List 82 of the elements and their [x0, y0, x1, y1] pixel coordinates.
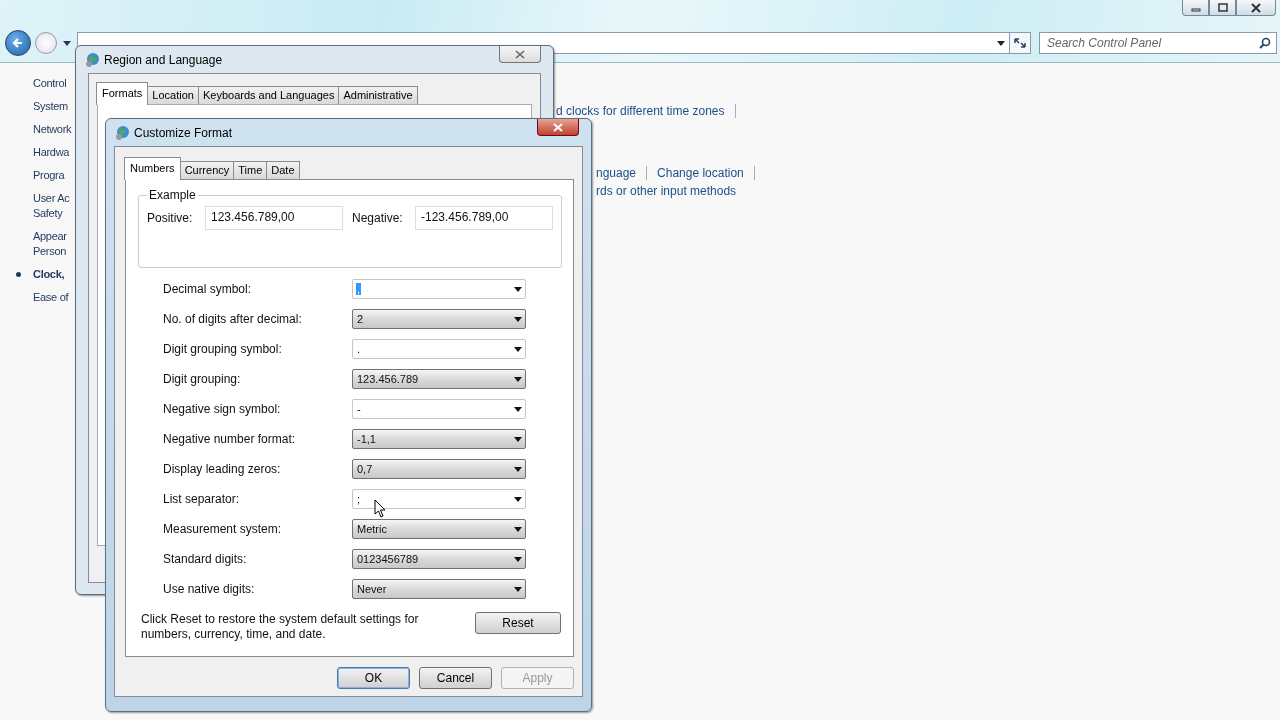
tab[interactable]: Keyboards and Languages	[197, 86, 340, 104]
group-title: Example	[148, 188, 197, 202]
dropdown[interactable]: .	[352, 339, 526, 359]
setting-label: Use native digits:	[163, 582, 256, 596]
reset-note: Click Reset to restore the system default settings for numbers, currency, time, and date.	[141, 612, 420, 642]
caret-icon[interactable]	[63, 41, 71, 46]
dialog-button[interactable]: Cancel	[419, 667, 492, 689]
task-link[interactable]: rds or other input methods	[596, 184, 737, 198]
dropdown[interactable]: -	[352, 399, 526, 419]
caret-icon	[514, 316, 522, 322]
sidebar-link[interactable]: Progra	[33, 168, 65, 183]
caret-icon	[514, 376, 522, 382]
caret-icon	[514, 556, 522, 562]
close-button[interactable]	[537, 119, 579, 136]
caret-icon	[514, 466, 522, 472]
caret-icon	[514, 526, 522, 532]
sidebar-link[interactable]: Clock,	[33, 267, 65, 282]
back-arrow-icon	[12, 37, 24, 49]
tab[interactable]: Numbers	[124, 157, 181, 180]
setting-label: Standard digits:	[163, 552, 248, 566]
sidebar-link[interactable]: Ease of	[33, 290, 69, 305]
caret-icon	[514, 286, 522, 292]
sidebar-link[interactable]: Hardwa	[33, 145, 70, 160]
setting-label: Negative sign symbol:	[163, 402, 282, 416]
globe-icon	[114, 124, 130, 141]
close-button[interactable]	[1236, 0, 1276, 16]
task-link[interactable]: nguage	[596, 166, 637, 180]
caret-icon	[514, 406, 522, 412]
setting-label: Negative number format:	[163, 432, 297, 446]
caret-icon	[514, 586, 522, 592]
tab[interactable]: Administrative	[338, 86, 418, 104]
tab[interactable]: Time	[233, 161, 268, 179]
setting-label: Decimal symbol:	[163, 282, 253, 296]
dialog-title: Customize Format	[134, 125, 233, 140]
dialog-button[interactable]: OK	[337, 667, 410, 689]
refresh-icon	[1013, 37, 1027, 49]
dropdown[interactable]: Never	[352, 579, 526, 599]
setting-label: List separator:	[163, 492, 241, 506]
minimize-button[interactable]	[1182, 0, 1209, 16]
refresh-button[interactable]	[1009, 32, 1031, 54]
dropdown[interactable]: 2	[352, 309, 526, 329]
setting-label: Digit grouping:	[163, 372, 242, 386]
caret-icon	[514, 496, 522, 502]
sidebar-link[interactable]: System	[33, 99, 68, 114]
task-link[interactable]: Change location	[657, 166, 744, 180]
search-field[interactable]: Search Control Panel	[1039, 32, 1277, 54]
tab[interactable]: Currency	[179, 161, 235, 179]
setting-label: No. of digits after decimal:	[163, 312, 303, 326]
dropdown[interactable]: 123.456.789	[352, 369, 526, 389]
dropdown[interactable]: 0123456789	[352, 549, 526, 569]
sidebar-link[interactable]: Control	[33, 76, 67, 91]
sidebar-link[interactable]: User Ac Safety	[33, 191, 70, 221]
close-icon	[1250, 2, 1262, 13]
field-label: Positive:	[147, 211, 194, 225]
close-icon	[553, 122, 563, 132]
example-field: -123.456.789,00	[415, 206, 553, 230]
field-label: Negative:	[352, 211, 404, 225]
close-icon	[515, 49, 525, 59]
example-field: 123.456.789,00	[205, 206, 343, 230]
dropdown[interactable]: ;	[352, 489, 526, 509]
setting-label: Measurement system:	[163, 522, 283, 536]
tab[interactable]: Formats	[96, 82, 149, 105]
caret-icon	[514, 436, 522, 442]
setting-label: Display leading zeros:	[163, 462, 282, 476]
caret-icon	[514, 346, 522, 352]
reset-button[interactable]: Reset	[475, 612, 561, 634]
search-icon	[1259, 37, 1271, 49]
caret-icon[interactable]	[997, 41, 1005, 46]
dropdown[interactable]: 0,7	[352, 459, 526, 479]
dropdown[interactable]: Metric	[352, 519, 526, 539]
globe-icon	[84, 51, 100, 68]
maximize-button[interactable]	[1209, 0, 1236, 16]
dialog-title: Region and Language	[104, 52, 223, 67]
restore-icon	[1217, 3, 1228, 12]
sidebar-link[interactable]: Network	[33, 122, 72, 137]
setting-label: Digit grouping symbol:	[163, 342, 283, 356]
task-link[interactable]: d clocks for different time zones	[556, 104, 725, 118]
sidebar-link[interactable]: Appear Person	[33, 229, 67, 259]
mouse-cursor-icon	[374, 499, 386, 518]
tab[interactable]: Date	[266, 161, 300, 179]
tab[interactable]: Location	[147, 86, 199, 104]
dropdown[interactable]: -1,1	[352, 429, 526, 449]
